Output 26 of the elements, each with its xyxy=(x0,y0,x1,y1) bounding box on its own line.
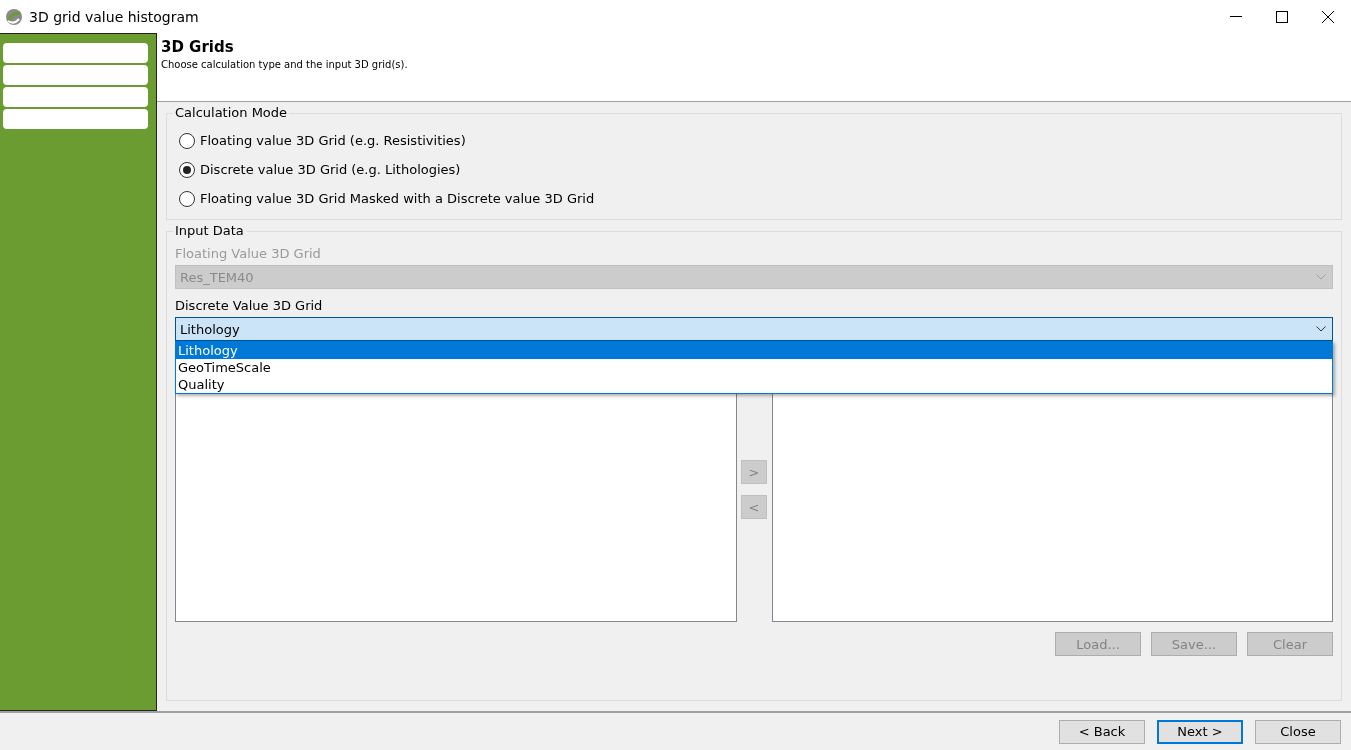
radio-label: Discrete value 3D Grid (e.g. Lithologies) xyxy=(200,162,461,177)
wizard-button[interactable]: Close xyxy=(1255,719,1341,744)
radio-label: Floating value 3D Grid (e.g. Resistivities) xyxy=(200,133,466,148)
field-label: Floating Value 3D Grid xyxy=(175,246,321,261)
wizard-button[interactable]: Next > xyxy=(1157,719,1243,744)
radio-button[interactable] xyxy=(179,190,195,207)
dropdown-option[interactable]: GeoTimeScale xyxy=(176,359,1332,376)
dropdown[interactable]: Lithology xyxy=(175,317,1333,341)
chevron-down-icon xyxy=(1316,326,1326,332)
radio-label: Floating value 3D Grid Masked with a Discrete value 3D Grid xyxy=(200,191,595,206)
dropdown-option[interactable]: Lithology xyxy=(176,342,1332,359)
wizard-button[interactable]: < Back xyxy=(1059,719,1145,744)
radio-button[interactable] xyxy=(179,132,195,149)
app-logo-icon xyxy=(5,7,23,26)
field-label: Discrete Value 3D Grid xyxy=(175,298,323,313)
group-title: Calculation Mode xyxy=(173,105,290,120)
maximize-icon[interactable] xyxy=(1276,10,1288,23)
window-title: 3D grid value histogram xyxy=(29,8,200,25)
close-icon[interactable] xyxy=(1322,10,1334,23)
page-subtitle: Choose calculation type and the input 3D grid(s). xyxy=(161,59,409,70)
group-title: Input Data xyxy=(173,223,246,238)
minimize-icon[interactable] xyxy=(1230,15,1242,18)
page-title: 3D Grids xyxy=(161,38,235,56)
dropdown-option[interactable]: Quality xyxy=(176,376,1332,393)
radio-button[interactable] xyxy=(179,161,195,178)
chevron-down-icon xyxy=(1316,274,1326,280)
